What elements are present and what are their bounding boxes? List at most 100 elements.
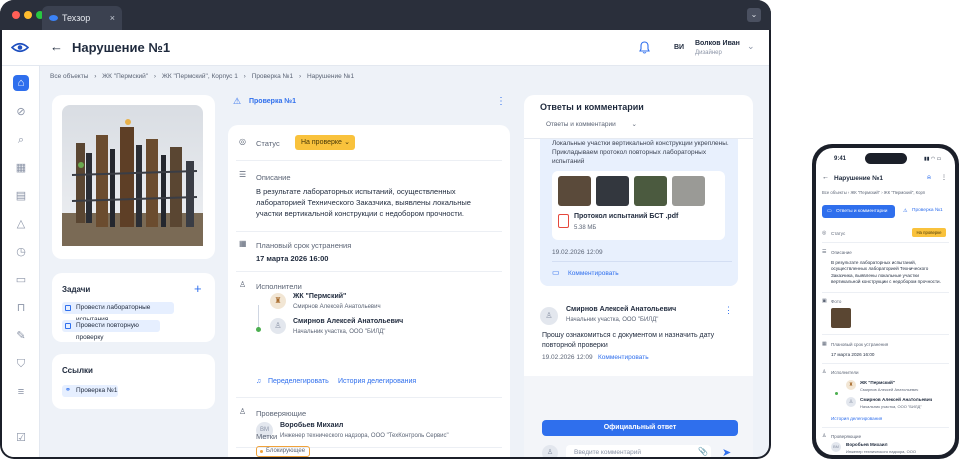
- file-name[interactable]: Протокол испытаний БСТ .pdf: [574, 213, 678, 220]
- comment-date: 19.02.2026 12:09: [552, 249, 603, 256]
- back-arrow-icon[interactable]: ←: [50, 39, 63, 54]
- link-label: Проверка №1: [76, 387, 118, 394]
- phone-status-icon: ◎: [822, 230, 827, 236]
- comment-text: Локальные участки вертикальной конструкц…: [552, 140, 729, 165]
- phone-description-text: В результате лабораторных испытаний, осу…: [831, 260, 941, 284]
- sidebar-building-icon[interactable]: ⊓: [13, 300, 29, 316]
- file-size: 5.38 МБ: [574, 225, 597, 231]
- divider: [822, 292, 949, 293]
- phone-executor2-name: Смирнов Алексей Анатольевич: [860, 397, 933, 402]
- bell-icon[interactable]: [639, 41, 650, 54]
- phone-bell-icon[interactable]: ⍾: [927, 175, 931, 182]
- send-icon[interactable]: ➤: [722, 446, 731, 457]
- status-label: Статус: [256, 139, 280, 148]
- attachment-photo[interactable]: [672, 176, 705, 206]
- comment-reply-link[interactable]: Комментировать: [568, 270, 619, 277]
- status-dropdown[interactable]: На проверке ⌄: [295, 135, 355, 150]
- sidebar-documents-icon[interactable]: ▭: [13, 272, 29, 288]
- tab-close-icon[interactable]: ×: [110, 6, 115, 30]
- phone-more-icon[interactable]: ⋮: [941, 175, 947, 182]
- eye-logo-icon: [11, 42, 29, 53]
- sidebar-search-icon[interactable]: ⌕: [13, 132, 29, 148]
- browser-tab[interactable]: Техзор ×: [42, 6, 122, 30]
- pdf-file-icon: [558, 214, 569, 228]
- comment-more-icon[interactable]: ⋮: [724, 305, 733, 316]
- phone-delegation-dot: [835, 392, 838, 395]
- phone-executor1-name: ЖК "Пермский": [860, 380, 896, 385]
- sidebar-home-icon[interactable]: ⌂: [13, 75, 29, 91]
- comment-bubble: Локальные участки вертикальной конструкц…: [540, 139, 738, 286]
- sidebar-schedule-icon[interactable]: ◷: [13, 244, 29, 260]
- browser-menu-icon[interactable]: ⌄: [747, 8, 761, 22]
- attachment-photo[interactable]: [558, 176, 591, 206]
- sidebar-calendar-icon[interactable]: ▦: [13, 160, 29, 176]
- link-item[interactable]: ⚭ Проверка №1: [62, 385, 118, 397]
- phone-status-badge[interactable]: На проверке: [912, 228, 946, 237]
- sidebar-violations-icon[interactable]: ⊘: [13, 104, 29, 120]
- more-options-icon[interactable]: ⋮: [496, 96, 506, 107]
- user-name[interactable]: Волков Иван: [695, 40, 740, 47]
- status-icon: ◎: [239, 137, 246, 146]
- user-menu-chevron-icon[interactable]: ⌄: [747, 41, 755, 52]
- sidebar-list-icon[interactable]: ≡: [13, 384, 29, 400]
- breadcrumb-item[interactable]: ЖК "Пермский", Корпус 1: [162, 73, 238, 80]
- comments-filter-dropdown[interactable]: Ответы и комментарии ⌄: [540, 118, 643, 132]
- comment-reply-link[interactable]: Комментировать: [598, 354, 649, 361]
- links-card: Ссылки ⚭ Проверка №1: [52, 354, 215, 409]
- official-answer-button[interactable]: Официальный ответ: [542, 420, 738, 436]
- user-role: Дизайнер: [695, 50, 722, 56]
- divider: [822, 242, 949, 243]
- phone-description-label: Описание: [831, 250, 852, 255]
- add-task-button[interactable]: +: [194, 281, 202, 296]
- sidebar-shield-icon[interactable]: ⛉: [13, 356, 29, 372]
- tag-badge[interactable]: Блокирующее: [256, 446, 311, 457]
- phone-description-icon: ☰: [822, 249, 827, 255]
- sidebar: ⌂ ⊘ ⌕ ▦ ▤ △ ◷ ▭ ⊓ ✎ ⛉ ≡ ☑: [2, 66, 40, 457]
- comment-input[interactable]: Введите комментарий: [566, 445, 711, 457]
- comments-filter-value: Ответы и комментарии: [546, 121, 616, 128]
- delegation-history-link[interactable]: История делегирования: [338, 378, 416, 385]
- phone-tab-inspection[interactable]: Проверка №1: [912, 208, 943, 215]
- breadcrumb-separator: ›: [243, 73, 246, 80]
- status-bar-icons: ▮▮ ◠ ▭: [924, 156, 942, 162]
- minimize-window-dot[interactable]: [24, 11, 32, 19]
- top-bar: ← Нарушение №1 ВИ Волков Иван Дизайнер ⌄: [2, 30, 769, 66]
- task-item[interactable]: Провести повторную проверку: [62, 320, 160, 341]
- phone-photo-thumb[interactable]: [831, 308, 851, 328]
- divider: [236, 160, 502, 161]
- breadcrumb-item[interactable]: Все объекты: [50, 73, 88, 80]
- task-item[interactable]: Провести лабораторные испытания: [62, 302, 174, 323]
- inspection-link[interactable]: Проверка №1: [249, 98, 296, 105]
- comment-icon: ▭: [552, 268, 560, 277]
- laptop-frame: Техзор × ⌄ ← Нарушение №1 ВИ Волков Иван…: [0, 0, 771, 459]
- close-window-dot[interactable]: [12, 11, 20, 19]
- phone-reviewer-avatar: ВМ: [831, 442, 841, 452]
- phone-screen: 9:41 ▮▮ ◠ ▭ ← Нарушение №1 ⍾ ⋮ Все объек…: [816, 148, 955, 455]
- due-label: Плановый срок устранения: [256, 241, 352, 250]
- sidebar-reports-icon[interactable]: ▤: [13, 188, 29, 204]
- dynamic-island: [865, 153, 907, 164]
- attach-icon[interactable]: 📎: [698, 447, 708, 456]
- sidebar-tools-icon[interactable]: ✎: [13, 328, 29, 344]
- violation-photo[interactable]: [62, 105, 203, 246]
- attachment-photo[interactable]: [596, 176, 629, 206]
- tag-label: Блокирующее: [266, 448, 306, 454]
- phone-frame: 9:41 ▮▮ ◠ ▭ ← Нарушение №1 ⍾ ⋮ Все объек…: [812, 144, 959, 459]
- attachment-photo[interactable]: [634, 176, 667, 206]
- divider: [552, 261, 732, 262]
- tab-title: Техзор: [62, 13, 91, 23]
- sidebar-checklist-icon[interactable]: ☑: [13, 430, 29, 446]
- phone-history-link[interactable]: История делегирования: [831, 416, 882, 423]
- breadcrumb-separator: ›: [153, 73, 157, 80]
- sidebar-warning-icon[interactable]: △: [13, 216, 29, 232]
- breadcrumb-item[interactable]: Проверка №1: [252, 73, 294, 80]
- phone-tab-comments[interactable]: ▭ Ответы и комментарии: [822, 205, 895, 218]
- task-icon: [65, 323, 71, 329]
- user-initials[interactable]: ВИ: [674, 44, 684, 51]
- calendar-icon: ▦: [239, 239, 247, 248]
- photo-card: [52, 95, 215, 259]
- phone-back-arrow-icon[interactable]: ←: [822, 174, 829, 182]
- phone-reviewers-label: Проверяющие: [831, 434, 862, 439]
- breadcrumb-item[interactable]: ЖК "Пермский": [102, 73, 148, 80]
- redelegate-link[interactable]: Переделегировать: [268, 378, 329, 385]
